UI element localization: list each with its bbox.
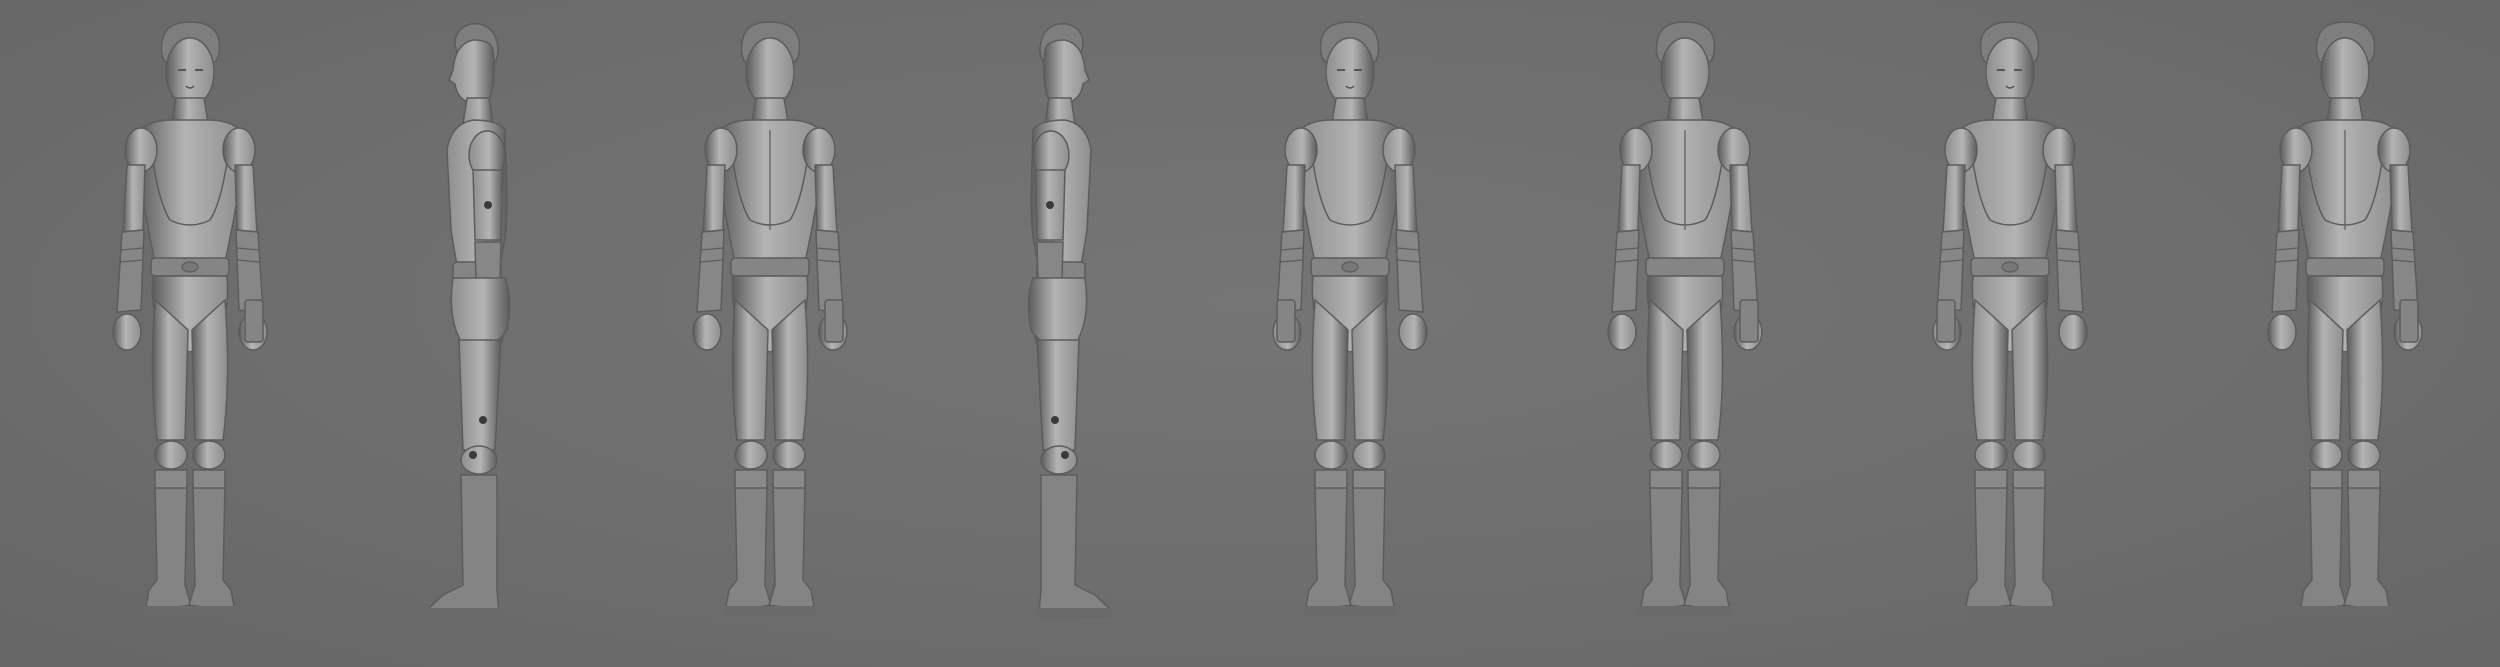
figure-sculpt-three-quarter-front-left bbox=[1272, 21, 1428, 616]
figure-view-side-left bbox=[915, 0, 1205, 667]
figure-view-three-quarter-back-right bbox=[2200, 0, 2490, 667]
figure-view-three-quarter-front-left bbox=[1205, 0, 1495, 667]
figure-view-three-quarter-front-right bbox=[1865, 0, 2155, 667]
figure-view-back bbox=[625, 0, 915, 667]
figure-view-side-right bbox=[333, 0, 623, 667]
figure-sculpt-front bbox=[112, 21, 268, 616]
figure-sculpt-side-right bbox=[425, 23, 511, 618]
turnaround-canvas bbox=[0, 0, 2500, 667]
figure-sculpt-three-quarter-back-left bbox=[1607, 21, 1763, 616]
figure-sculpt-side-left bbox=[1027, 23, 1113, 618]
figure-view-front bbox=[45, 0, 335, 667]
figure-view-three-quarter-back-left bbox=[1540, 0, 1830, 667]
figure-sculpt-three-quarter-front-right bbox=[1932, 21, 2088, 616]
figure-sculpt-back bbox=[692, 21, 848, 616]
figure-sculpt-three-quarter-back-right bbox=[2267, 21, 2423, 616]
